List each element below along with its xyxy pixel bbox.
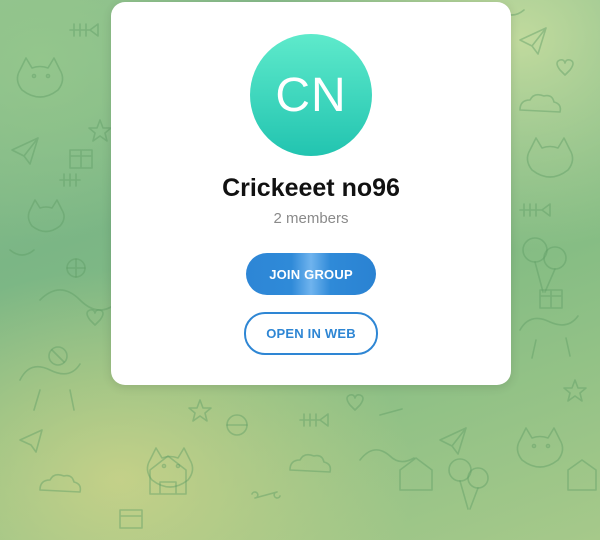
fish-bone-doodle-icon [59, 173, 81, 187]
heart-doodle-icon [556, 59, 574, 76]
bone-doodle-icon [379, 408, 403, 416]
cat-doodle-icon [516, 427, 564, 468]
paper-plane-doodle-icon [11, 137, 39, 165]
open-in-web-button[interactable]: OPEN IN WEB [244, 312, 378, 355]
star-doodle-icon [188, 399, 212, 422]
house-doodle-icon [567, 459, 597, 491]
paper-plane-doodle-icon [519, 27, 547, 55]
avatar-initials: CN [275, 68, 347, 122]
group-avatar: CN [250, 34, 372, 156]
star-doodle-icon [88, 119, 112, 142]
cat-doodle-icon [526, 137, 574, 178]
dog-doodle-icon [359, 449, 415, 463]
star-doodle-icon [563, 379, 587, 402]
bone-doodle-icon [251, 491, 281, 499]
paper-plane-doodle-icon [439, 427, 467, 455]
fish-bone-doodle-icon [519, 203, 551, 217]
balloons-doodle-icon [522, 237, 567, 293]
cloud-doodle-icon [289, 453, 332, 473]
gift-doodle-icon [119, 509, 143, 529]
fish-bone-doodle-icon [69, 23, 99, 37]
group-name: Crickeeet no96 [222, 174, 400, 202]
swirl-doodle-icon [39, 289, 121, 311]
balloons-doodle-icon [448, 458, 489, 510]
open-in-web-label: OPEN IN WEB [266, 326, 356, 341]
heart-doodle-icon [346, 394, 364, 411]
gift-doodle-icon [69, 149, 93, 169]
cat-doodle-icon [16, 57, 64, 98]
cloud-doodle-icon [39, 473, 82, 493]
join-group-label: JOIN GROUP [269, 266, 353, 282]
cloud-doodle-icon [519, 93, 562, 113]
dog-doodle-icon [519, 315, 579, 359]
swirl-doodle-icon [9, 249, 35, 256]
join-group-button[interactable]: JOIN GROUP [246, 253, 376, 295]
cat-doodle-icon [27, 199, 65, 233]
ball-doodle-icon [226, 414, 248, 436]
house-doodle-icon [399, 457, 433, 491]
dog-doodle-icon [19, 363, 81, 411]
ball-doodle-icon [48, 346, 68, 366]
paper-plane-doodle-icon [19, 429, 43, 453]
ball-doodle-icon [66, 258, 86, 278]
group-invite-card: CN Crickeeet no96 2 members JOIN GROUP O… [111, 2, 511, 385]
fish-bone-doodle-icon [299, 413, 329, 427]
heart-doodle-icon [86, 309, 104, 326]
member-count: 2 members [273, 210, 349, 227]
house-doodle-icon [149, 455, 187, 495]
